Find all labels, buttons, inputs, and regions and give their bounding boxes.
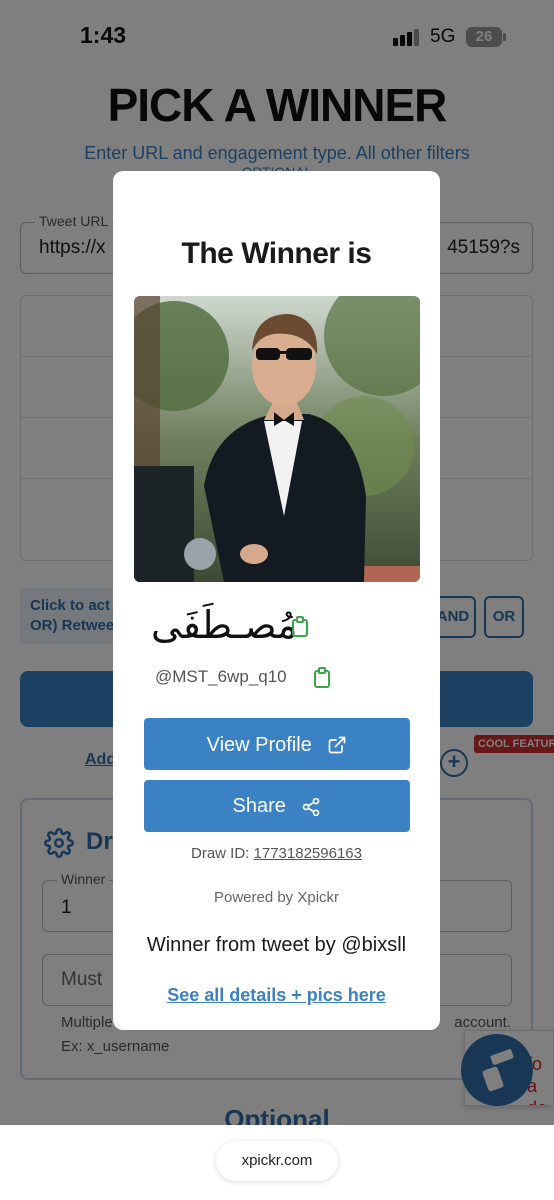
powered-by: Powered by Xpickr [213,889,340,906]
share-icon [303,797,320,816]
winner-display-name: مُصـطَفَى [151,603,298,647]
winner-modal: The Winner is مُصـطَفَى @MST_6wp_q10 Vie… [113,171,440,1030]
view-profile-button[interactable]: View Profile [144,718,410,770]
external-link-icon [329,736,346,754]
draw-id-value[interactable]: 1773182596163 [254,845,362,862]
url-bar[interactable]: xpickr.com [216,1141,338,1181]
draw-id-label: Draw ID: [191,845,254,862]
draw-id: Draw ID: 1773182596163 [113,845,440,862]
winner-handle: @MST_6wp_q10 [155,667,287,686]
modal-title: The Winner is [181,237,372,270]
winner-source: Winner from tweet by @bixsll [146,934,407,956]
view-profile-label: View Profile [206,733,312,756]
copy-handle-icon[interactable] [313,667,331,689]
winner-avatar [134,296,420,582]
browser-bottom-bar: xpickr.com [0,1125,554,1200]
share-label: Share [232,795,286,817]
copy-name-icon[interactable] [291,616,309,638]
share-button[interactable]: Share [144,780,410,832]
see-details-link[interactable]: See all details + pics here [113,985,440,1006]
